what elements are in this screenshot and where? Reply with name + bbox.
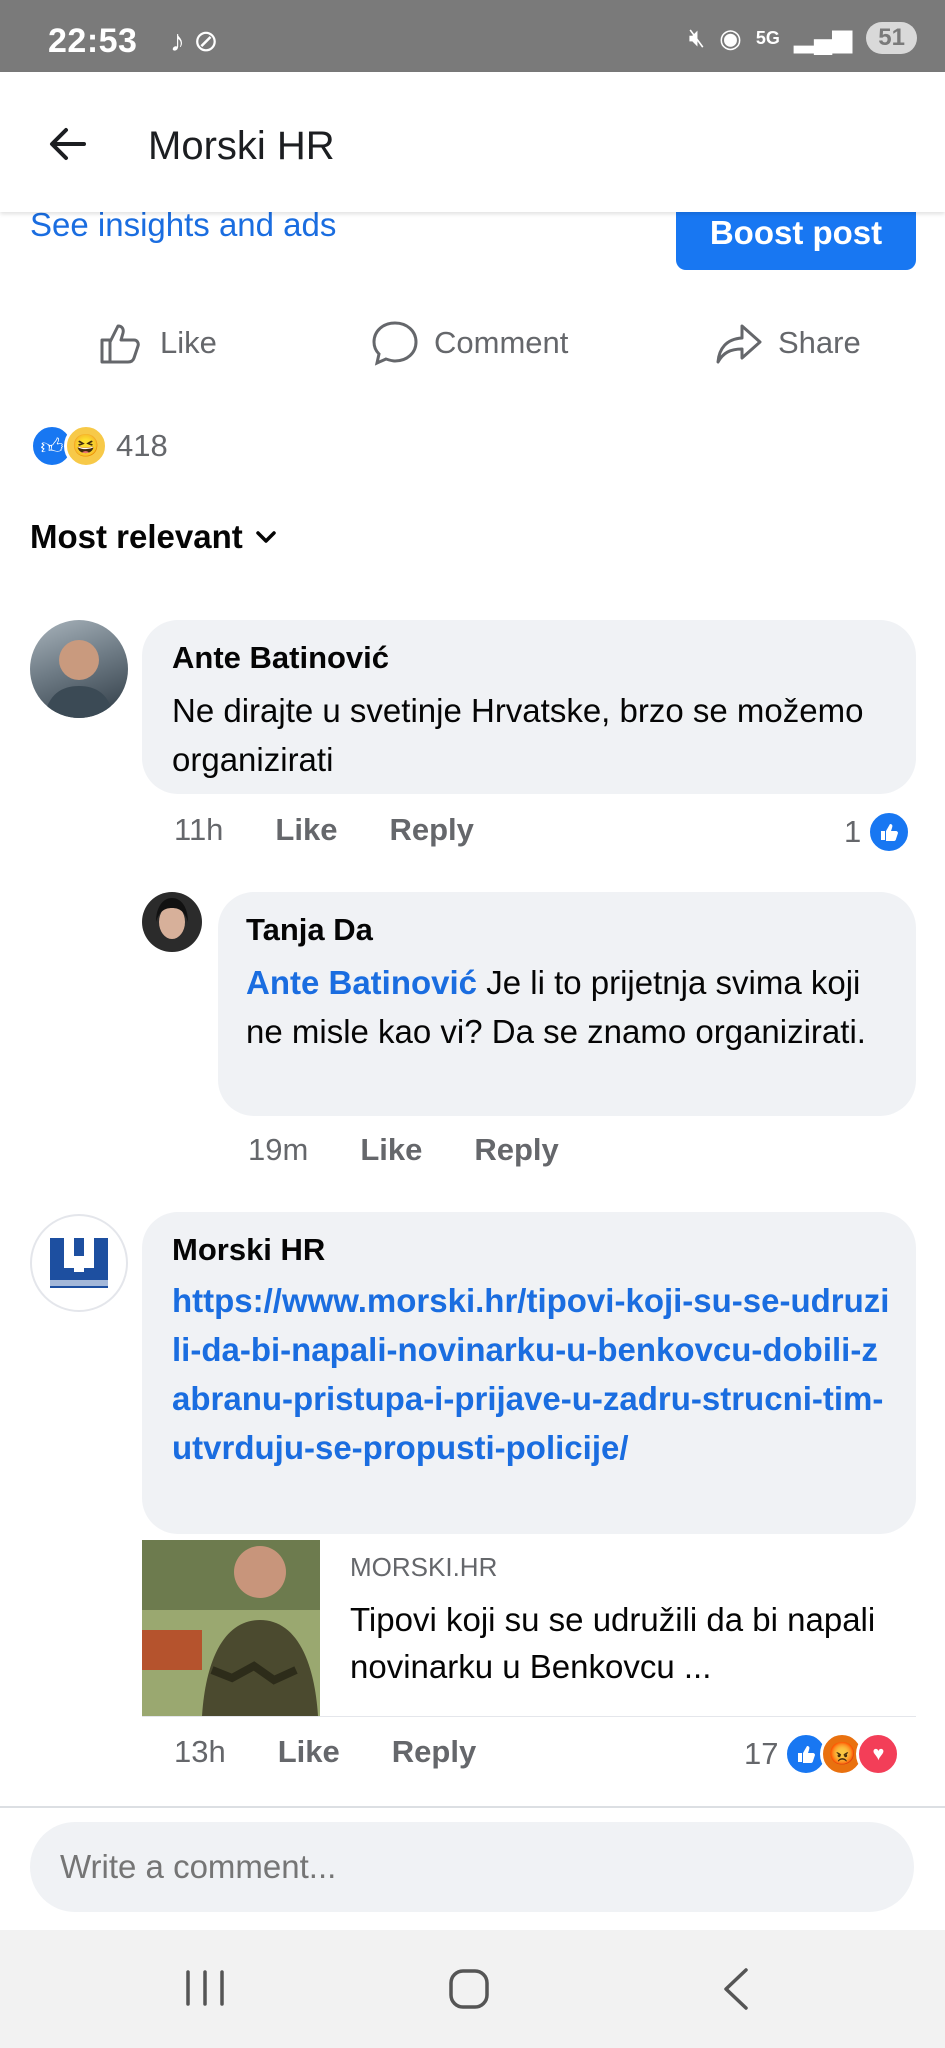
comment-label: Comment	[434, 325, 569, 360]
network-type: 5G	[755, 27, 780, 48]
comment-reply-button[interactable]: Reply	[392, 1734, 476, 1770]
share-button[interactable]: Share	[714, 318, 861, 368]
comment-bubble-morski[interactable]: Morski HR https://www.morski.hr/tipovi-k…	[142, 1212, 916, 1534]
page-title: Morski HR	[148, 124, 335, 168]
status-time: 22:53	[48, 22, 138, 60]
share-arrow-icon	[716, 324, 762, 364]
comment-time: 11h	[174, 812, 224, 847]
back-icon[interactable]	[718, 1966, 752, 2012]
comment-time: 19m	[248, 1132, 309, 1167]
comment-like-button[interactable]: Like	[275, 812, 337, 848]
reaction-count: 418	[116, 428, 168, 463]
person-photo-icon	[44, 640, 114, 718]
avatar-ante[interactable]	[30, 620, 128, 718]
system-nav-bar	[0, 1930, 945, 2048]
back-arrow-icon[interactable]	[44, 120, 92, 168]
wifi-icon: ◉	[719, 22, 742, 53]
avatar-tanja[interactable]	[142, 892, 202, 952]
like-reaction-icon	[867, 810, 912, 854]
comment-reply-button[interactable]: Reply	[389, 812, 473, 848]
comment-like-button[interactable]: Like	[278, 1734, 340, 1770]
notification-icons: ♪ ⊘	[170, 25, 219, 58]
comment-bubble-icon	[372, 321, 418, 366]
comment-reaction-count-morski[interactable]: 17 😡 ♥	[744, 1732, 901, 1776]
top-app-bar: Morski HR	[0, 72, 945, 212]
sort-label: Most relevant	[30, 518, 243, 555]
status-bar: 22:53 ♪ ⊘ 🔇︎ ◉ 5G ▂▄▆ 51	[0, 0, 945, 72]
haha-reaction-icon: 😆	[64, 424, 108, 468]
avatar-morski-hr[interactable]	[30, 1214, 128, 1312]
share-label: Share	[778, 325, 861, 360]
reaction-number: 1	[844, 814, 862, 849]
reaction-number: 17	[744, 1736, 779, 1771]
comment-sort-dropdown[interactable]: Most relevant	[30, 518, 279, 556]
article-url-link[interactable]: https://www.morski.hr/tipovi-koji-su-se-…	[172, 1276, 890, 1472]
recent-apps-icon[interactable]	[184, 1968, 226, 2008]
mute-icon: 🔇︎	[688, 22, 706, 52]
comment-like-button[interactable]: Like	[360, 1132, 422, 1168]
comment-meta-tanja: 19m Like Reply	[248, 1132, 559, 1168]
preview-domain: MORSKI.HR	[350, 1552, 498, 1582]
comment-bubble-tanja[interactable]: Tanja Da Ante Batinović Je li to prijetn…	[218, 892, 916, 1116]
comment-reply-button[interactable]: Reply	[474, 1132, 558, 1168]
comment-text: Ne dirajte u svetinje Hrvatske, brzo se …	[172, 692, 864, 778]
comment-time: 13h	[174, 1734, 226, 1769]
comment-author[interactable]: Tanja Da	[246, 912, 373, 948]
comment-author[interactable]: Ante Batinović	[172, 640, 389, 676]
thumbs-up-icon	[100, 324, 140, 364]
morski-logo-icon	[50, 1238, 108, 1288]
comment-meta-morski: 13h Like Reply	[174, 1734, 476, 1770]
person-photo-icon	[156, 898, 188, 939]
like-button[interactable]: Like	[96, 318, 217, 368]
comment-reaction-count-ante[interactable]: 1	[844, 810, 912, 854]
like-label: Like	[160, 325, 217, 360]
home-icon[interactable]	[448, 1968, 490, 2010]
comment-body: Ante Batinović Je li to prijetnja svima …	[246, 958, 886, 1056]
comment-input[interactable]	[30, 1822, 914, 1912]
comment-meta-ante: 11h Like Reply	[174, 812, 474, 848]
status-indicators: 🔇︎ ◉ 5G ▂▄▆ 51	[689, 22, 917, 54]
chevron-down-icon	[255, 531, 276, 543]
battery-level: 51	[866, 22, 917, 54]
preview-title: Tipovi koji su se udružili da bi napali …	[350, 1601, 876, 1685]
article-thumbnail	[142, 1540, 320, 1716]
comment-bubble-ante[interactable]: Ante Batinović Ne dirajte u svetinje Hrv…	[142, 620, 916, 794]
comment-button[interactable]: Comment	[370, 318, 568, 368]
signal-icon: ▂▄▆	[793, 22, 853, 53]
mention-link[interactable]: Ante Batinović	[246, 964, 477, 1001]
love-reaction-icon: ♥	[856, 1732, 901, 1776]
comment-author[interactable]: Morski HR	[172, 1232, 325, 1268]
link-preview-card[interactable]: MORSKI.HR Tipovi koji su se udružili da …	[142, 1540, 916, 1717]
reaction-summary[interactable]: 👍︎ 😆 418	[30, 424, 168, 468]
